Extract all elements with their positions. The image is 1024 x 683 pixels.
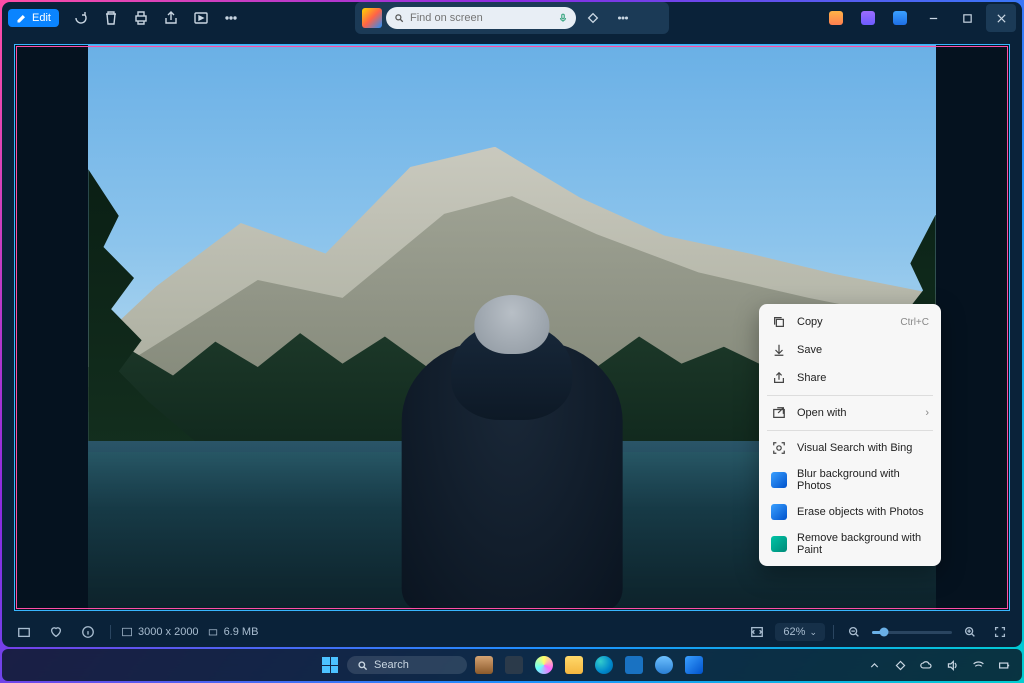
tray-app-icon[interactable]: [890, 655, 910, 675]
context-blur-bg[interactable]: Blur background with Photos: [759, 462, 941, 498]
paint-icon: [771, 536, 787, 552]
zoom-in-icon[interactable]: [958, 620, 982, 644]
context-open-with[interactable]: Open with ›: [759, 399, 941, 427]
rotate-icon[interactable]: [67, 4, 95, 32]
copy-icon: [771, 314, 787, 330]
photos-blur-icon: [771, 472, 787, 488]
taskbar-app-2[interactable]: [501, 652, 527, 678]
fit-screen-icon[interactable]: [745, 620, 769, 644]
photos-erase-icon: [771, 504, 787, 520]
print-icon[interactable]: [127, 4, 155, 32]
zoom-level[interactable]: 62% ⌄: [775, 623, 825, 641]
tray-onedrive-icon[interactable]: [916, 655, 936, 675]
taskbar-app-explorer[interactable]: [561, 652, 587, 678]
zoom-slider[interactable]: [872, 631, 952, 634]
slideshow-icon[interactable]: [187, 4, 215, 32]
mic-icon[interactable]: [558, 12, 568, 24]
edit-button-label: Edit: [32, 12, 51, 24]
app-tile-1[interactable]: [822, 4, 850, 32]
context-separator-2: [767, 430, 933, 431]
context-remove-bg[interactable]: Remove background with Paint: [759, 526, 941, 562]
taskbar-app-copilot[interactable]: [531, 652, 557, 678]
start-button[interactable]: [317, 652, 343, 678]
statusbar: 3000 x 2000 6.9 MB 62% ⌄: [2, 617, 1022, 647]
snipping-tool-icon: [362, 8, 382, 28]
taskbar-app-store[interactable]: [621, 652, 647, 678]
taskbar-app-1[interactable]: [471, 652, 497, 678]
context-visual-search[interactable]: Visual Search with Bing: [759, 434, 941, 462]
gallery-icon[interactable]: [12, 620, 36, 644]
delete-icon[interactable]: [97, 4, 125, 32]
context-share[interactable]: Share: [759, 364, 941, 392]
visual-search-icon: [771, 440, 787, 456]
context-save[interactable]: Save: [759, 336, 941, 364]
open-with-icon: [771, 405, 787, 421]
taskbar-search[interactable]: Search: [347, 656, 467, 674]
search-icon: [394, 12, 404, 24]
chevron-right-icon: ›: [925, 407, 929, 419]
tray-battery-icon[interactable]: [994, 655, 1014, 675]
maximize-button[interactable]: [952, 4, 982, 32]
close-button[interactable]: [986, 4, 1016, 32]
search-icon: [357, 660, 368, 671]
minimize-button[interactable]: [918, 4, 948, 32]
search-more-icon[interactable]: [610, 5, 636, 31]
search-input[interactable]: [404, 9, 558, 27]
taskbar-app-photos[interactable]: [681, 652, 707, 678]
more-icon[interactable]: [217, 4, 245, 32]
info-icon[interactable]: [76, 620, 100, 644]
titlebar: Edit: [2, 2, 1022, 34]
taskbar-app-edge[interactable]: [591, 652, 617, 678]
windows-logo-icon: [322, 657, 338, 673]
app-tile-2[interactable]: [854, 4, 882, 32]
fullscreen-icon[interactable]: [988, 620, 1012, 644]
chevron-down-icon: ⌄: [809, 627, 817, 638]
tray-wifi-icon[interactable]: [968, 655, 988, 675]
taskbar: Search: [2, 649, 1022, 681]
find-on-screen-bar: [355, 2, 669, 34]
share-menu-icon: [771, 370, 787, 386]
photos-app-window: Edit: [2, 2, 1022, 647]
taskbar-app-weather[interactable]: [651, 652, 677, 678]
search-close-icon[interactable]: [640, 5, 666, 31]
tray-volume-icon[interactable]: [942, 655, 962, 675]
edit-button[interactable]: Edit: [8, 9, 59, 27]
image-filesize: 6.9 MB: [207, 626, 259, 638]
context-menu: Copy Ctrl+C Save Share Open with › Visua…: [759, 304, 941, 566]
favorite-icon[interactable]: [44, 620, 68, 644]
image-canvas[interactable]: Copy Ctrl+C Save Share Open with › Visua…: [14, 44, 1010, 611]
context-copy[interactable]: Copy Ctrl+C: [759, 308, 941, 336]
zoom-out-icon[interactable]: [842, 620, 866, 644]
context-separator: [767, 395, 933, 396]
share-icon[interactable]: [157, 4, 185, 32]
app-tile-3[interactable]: [886, 4, 914, 32]
copilot-icon[interactable]: [580, 5, 606, 31]
image-dimensions: 3000 x 2000: [121, 626, 199, 638]
search-input-wrap[interactable]: [386, 7, 576, 29]
save-icon: [771, 342, 787, 358]
tray-chevron-icon[interactable]: [864, 655, 884, 675]
context-erase-objects[interactable]: Erase objects with Photos: [759, 498, 941, 526]
